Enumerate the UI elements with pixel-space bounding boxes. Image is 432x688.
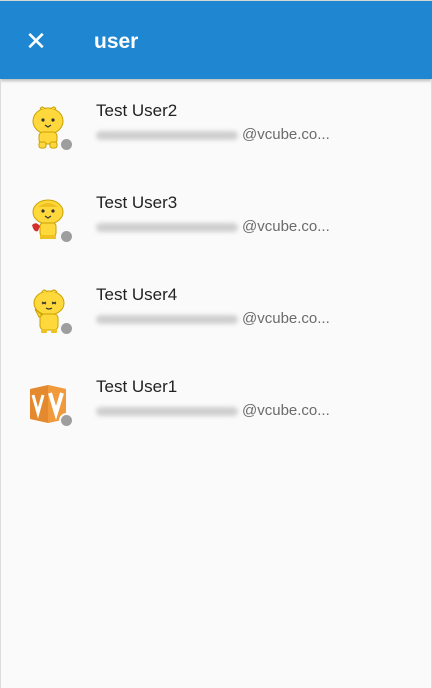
redacted-email-local	[96, 407, 238, 416]
redacted-email-local	[96, 131, 238, 140]
user-result-list: Test User2 @vcube.co... Test User3 @vcub…	[0, 79, 432, 447]
app-bar: ✕ user	[0, 0, 432, 79]
list-item[interactable]: Test User3 @vcube.co...	[0, 171, 432, 263]
email-domain: @vcube.co...	[242, 126, 330, 143]
user-email: @vcube.co...	[96, 125, 396, 145]
close-icon[interactable]: ✕	[22, 27, 50, 55]
email-domain: @vcube.co...	[242, 218, 330, 235]
avatar	[20, 375, 76, 431]
email-domain: @vcube.co...	[242, 402, 330, 419]
user-email: @vcube.co...	[96, 217, 396, 237]
redacted-email-local	[96, 315, 238, 324]
search-query-title: user	[94, 30, 139, 53]
user-name: Test User1	[96, 377, 178, 396]
user-email: @vcube.co...	[96, 401, 396, 421]
divider	[0, 79, 1, 688]
list-item[interactable]: Test User1 @vcube.co...	[0, 355, 432, 447]
redacted-email-local	[96, 223, 238, 232]
avatar	[20, 191, 76, 247]
avatar	[20, 99, 76, 155]
presence-status-icon	[59, 229, 74, 244]
presence-status-icon	[59, 137, 74, 152]
list-item[interactable]: Test User4 @vcube.co...	[0, 263, 432, 355]
presence-status-icon	[59, 321, 74, 336]
user-name: Test User3	[96, 193, 178, 212]
presence-status-icon	[59, 413, 74, 428]
user-email: @vcube.co...	[96, 309, 396, 329]
email-domain: @vcube.co...	[242, 310, 330, 327]
list-item[interactable]: Test User2 @vcube.co...	[0, 79, 432, 171]
avatar	[20, 283, 76, 339]
user-name: Test User4	[96, 285, 178, 304]
user-name: Test User2	[96, 101, 178, 120]
